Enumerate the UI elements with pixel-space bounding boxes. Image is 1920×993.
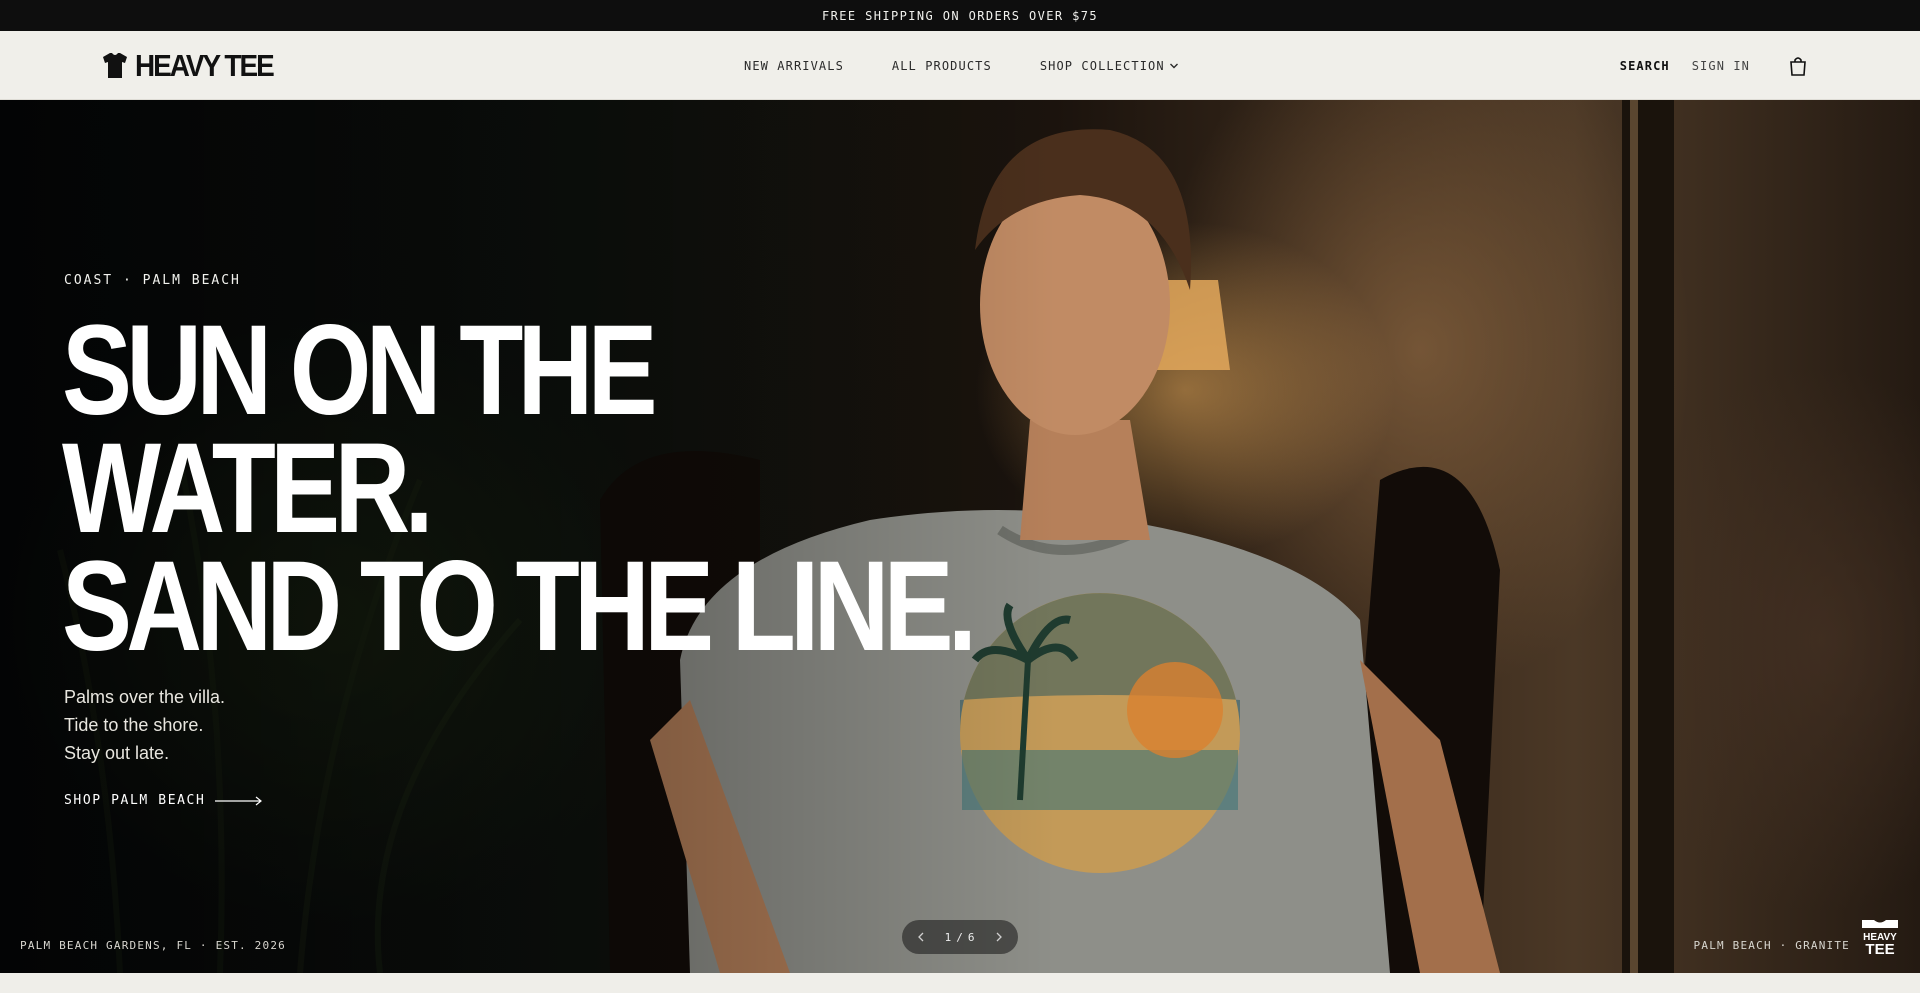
hero-headline-line: WATER. xyxy=(62,417,434,560)
hero-subcopy-line: Tide to the shore. xyxy=(64,715,204,735)
pager-current: 1 xyxy=(944,930,953,944)
chevron-right-icon[interactable] xyxy=(992,930,1006,944)
main-nav: NEW ARRIVALS ALL PRODUCTS SHOP COLLECTIO… xyxy=(744,31,1179,100)
variant-caption: PALM BEACH · GRANITE xyxy=(1693,939,1850,952)
pager-total: 6 xyxy=(967,930,976,944)
badge-line: TEE xyxy=(1865,941,1894,956)
hero-subcopy: Palms over the villa. Tide to the shore.… xyxy=(64,683,225,767)
header-actions: SEARCH SIGN IN xyxy=(1620,31,1810,100)
heavy-tee-badge-logo: HEAVY TEE xyxy=(1862,920,1898,956)
tshirt-logo-icon xyxy=(103,53,127,78)
nav-all-products[interactable]: ALL PRODUCTS xyxy=(892,59,992,73)
arrow-right-icon xyxy=(215,796,263,805)
announcement-bar: FREE SHIPPING ON ORDERS OVER $75 xyxy=(0,0,1920,31)
hero-subcopy-line: Palms over the villa. xyxy=(64,687,226,707)
hero-headline-line: SUN ON THE xyxy=(62,299,658,442)
chevron-left-icon[interactable] xyxy=(914,930,928,944)
shop-palm-beach-link[interactable]: SHOP PALM BEACH xyxy=(64,793,263,808)
pager-count: 1 / 6 xyxy=(945,931,976,944)
hero-subcopy-line: Stay out late. xyxy=(64,743,170,763)
announcement-text: FREE SHIPPING ON ORDERS OVER $75 xyxy=(822,8,1098,23)
shopping-bag-icon[interactable] xyxy=(1786,54,1810,78)
nav-shop-collection-label: SHOP COLLECTION xyxy=(1039,58,1165,73)
nav-shop-collection[interactable]: SHOP COLLECTION xyxy=(1040,59,1179,73)
sign-in-link[interactable]: SIGN IN xyxy=(1692,59,1750,73)
brand-logo[interactable]: HEAVY TEE xyxy=(101,49,288,81)
location-caption: PALM BEACH GARDENS, FL · EST. 2026 xyxy=(20,939,286,952)
chevron-down-icon xyxy=(1169,63,1178,68)
slide-pager: 1 / 6 xyxy=(902,920,1018,954)
site-header: HEAVY TEE NEW ARRIVALS ALL PRODUCTS SHOP… xyxy=(0,31,1920,100)
hero-eyebrow: COAST · PALM BEACH xyxy=(64,273,241,288)
hero-headline: SUN ON THE WATER. SAND TO THE LINE. xyxy=(62,299,977,678)
hero-banner: COAST · PALM BEACH SUN ON THE WATER. SAN… xyxy=(0,100,1920,973)
hero-headline-line: SAND TO THE LINE. xyxy=(62,535,977,678)
nav-new-arrivals[interactable]: NEW ARRIVALS xyxy=(744,59,844,73)
cta-label: SHOP PALM BEACH xyxy=(64,793,206,808)
below-fold-section xyxy=(0,973,1920,993)
search-link[interactable]: SEARCH xyxy=(1620,59,1670,73)
brand-name: HEAVY TEE xyxy=(135,47,275,83)
pager-separator: / xyxy=(956,930,964,944)
